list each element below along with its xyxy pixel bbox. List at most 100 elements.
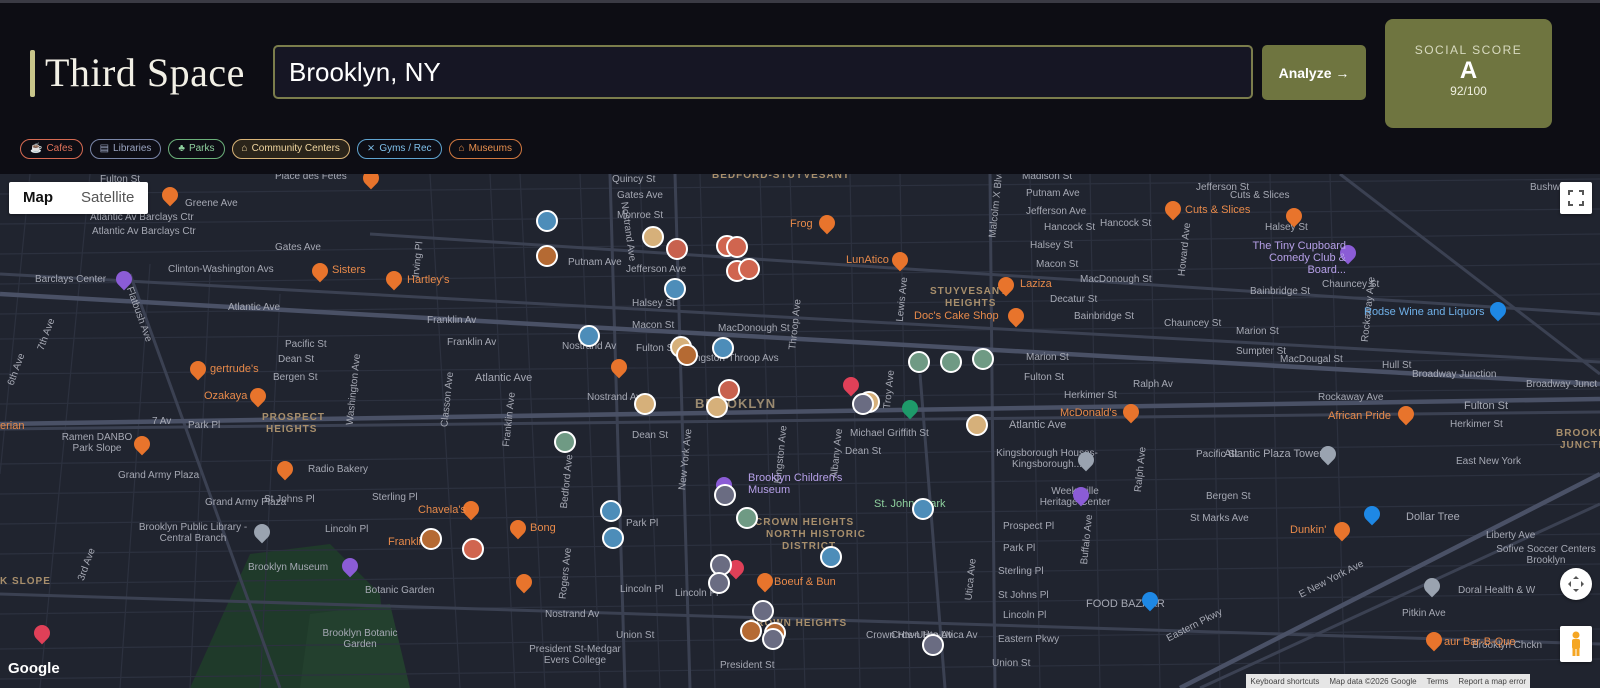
street-label: Hancock St <box>1044 222 1096 233</box>
poi-label: Doc's Cake Shop <box>914 310 999 322</box>
community-center-marker[interactable] <box>966 414 988 436</box>
chip-parks[interactable]: ♣ Parks <box>168 139 225 159</box>
gym-marker[interactable] <box>536 210 558 232</box>
report-error-link[interactable]: Report a map error <box>1458 677 1526 686</box>
cafe-marker[interactable] <box>462 538 484 560</box>
street-label: Liberty Ave <box>1486 530 1536 541</box>
street-label: Rockaway Ave <box>1318 392 1384 403</box>
app-title: Third Space <box>45 50 245 95</box>
street-label: Atlantic Ave <box>1009 419 1067 431</box>
museum-marker[interactable] <box>420 528 442 550</box>
gym-marker[interactable] <box>602 527 624 549</box>
chip-museums[interactable]: ⌂ Museums <box>448 139 522 159</box>
neighborhood-label: CROWN HEIGHTS <box>755 517 855 528</box>
street-label: Barclays Center <box>35 274 107 285</box>
park-marker[interactable] <box>736 507 758 529</box>
library-marker[interactable] <box>714 484 736 506</box>
poi-label: Rodse Wine and Liquors <box>1364 306 1485 318</box>
poi-label: Ozakaya <box>204 390 248 402</box>
street-label: Herkimer St <box>1450 419 1503 430</box>
category-filter-chips: ☕ Cafes ▤ Libraries ♣ Parks ⌂ Community Cent… <box>20 139 522 159</box>
street-label: Hull St <box>1382 360 1412 371</box>
museum-marker[interactable] <box>676 344 698 366</box>
street-label: Place des Fetes <box>275 174 347 182</box>
chip-label: Parks <box>188 143 215 154</box>
poi-label: aur Bar-B-Que <box>1444 636 1516 648</box>
map-type-map-button[interactable]: Map <box>9 182 67 214</box>
camera-control-button[interactable] <box>1560 568 1592 600</box>
poi-label: African Pride <box>1328 410 1391 422</box>
coffee-icon: ☕ <box>30 143 43 154</box>
gym-marker[interactable] <box>578 325 600 347</box>
library-marker[interactable] <box>852 393 874 415</box>
location-search-input[interactable]: Brooklyn, NY <box>273 45 1253 99</box>
street-label: Sterling Pl <box>998 566 1044 577</box>
poi-label: Laziza <box>1020 278 1052 290</box>
community-center-marker[interactable] <box>706 396 728 418</box>
street-label: Bergen St <box>273 372 318 383</box>
street-label: Pitkin Ave <box>1402 608 1446 619</box>
pegman-streetview-button[interactable] <box>1560 626 1592 662</box>
analyze-button[interactable]: Analyze → <box>1262 45 1366 100</box>
museum-marker[interactable] <box>536 245 558 267</box>
street-label: Prospect Pl <box>1003 521 1055 532</box>
poi-label: Brooklyn Children's Museum <box>748 472 843 496</box>
dumbbell-icon: ⨯ <box>366 143 376 154</box>
keyboard-shortcuts-link[interactable]: Keyboard shortcuts <box>1250 677 1319 686</box>
street-label: Halsey St <box>1030 240 1073 251</box>
map-type-satellite-button[interactable]: Satellite <box>67 182 148 214</box>
library-marker[interactable] <box>752 600 774 622</box>
park-marker[interactable] <box>972 348 994 370</box>
street-label: Sterling Pl <box>372 492 418 503</box>
chip-libraries[interactable]: ▤ Libraries <box>89 139 162 159</box>
fullscreen-button[interactable] <box>1560 182 1592 214</box>
gym-marker[interactable] <box>912 498 934 520</box>
library-marker[interactable] <box>708 572 730 594</box>
cafe-marker[interactable] <box>726 236 748 258</box>
street-label: Lincoln Pl <box>620 584 664 595</box>
map-view[interactable]: BEDFORD-STUYVESANT STUYVESANT HEIGHTS PR… <box>0 174 1600 688</box>
street-label: Putnam Ave <box>1026 188 1080 199</box>
chip-gyms-rec[interactable]: ⨯ Gyms / Rec <box>356 139 442 159</box>
street-label: Kingston-Throop Avs <box>686 353 779 364</box>
museum-marker[interactable] <box>740 620 762 642</box>
park-marker[interactable] <box>554 431 576 453</box>
chip-community-centers[interactable]: ⌂ Community Centers <box>231 139 350 159</box>
park-marker[interactable] <box>908 351 930 373</box>
terms-link[interactable]: Terms <box>1427 677 1449 686</box>
poi-label: St. Johns Park <box>874 498 946 510</box>
neighborhood-label: HEIGHTS <box>266 424 318 435</box>
street-label: Ramen DANBO Park Slope <box>61 432 133 454</box>
street-label: Pacific St <box>285 339 327 350</box>
street-label: Broadway Junction <box>1412 369 1497 380</box>
map-type-control: Map Satellite <box>9 182 149 214</box>
chip-label: Libraries <box>113 143 152 154</box>
gym-marker[interactable] <box>712 337 734 359</box>
gym-marker[interactable] <box>820 546 842 568</box>
community-center-marker[interactable] <box>634 393 656 415</box>
fullscreen-icon <box>1568 190 1584 206</box>
neighborhood-label: BEDFORD-STUYVESANT <box>712 174 851 181</box>
street-label: MacDougal St <box>1280 354 1343 365</box>
poi-label: Hartley's <box>407 274 450 286</box>
gym-marker[interactable] <box>600 500 622 522</box>
chip-cafes[interactable]: ☕ Cafes <box>20 139 83 159</box>
street-label: Madison St <box>1022 174 1073 182</box>
app-header: Third Space Brooklyn, NY Analyze → SOCIA… <box>0 3 1600 174</box>
library-marker[interactable] <box>762 628 784 650</box>
street-label: Park Pl <box>1003 543 1036 554</box>
cafe-marker[interactable] <box>666 238 688 260</box>
street-label: Cuts & Slices <box>1230 190 1290 201</box>
street-label: Atlantic Av Barclays Ctr <box>92 226 196 237</box>
community-center-marker[interactable] <box>642 226 664 248</box>
street-label: Sumpter St <box>1236 346 1287 357</box>
gym-marker[interactable] <box>664 278 686 300</box>
street-label: Dean St <box>845 446 882 457</box>
street-label: Dollar Tree <box>1406 511 1460 523</box>
park-marker[interactable] <box>940 351 962 373</box>
tree-icon: ♣ <box>178 143 185 154</box>
library-marker[interactable] <box>922 634 944 656</box>
chip-label: Community Centers <box>251 143 340 154</box>
cafe-marker[interactable] <box>738 258 760 280</box>
street-label: Quincy St <box>612 174 656 185</box>
